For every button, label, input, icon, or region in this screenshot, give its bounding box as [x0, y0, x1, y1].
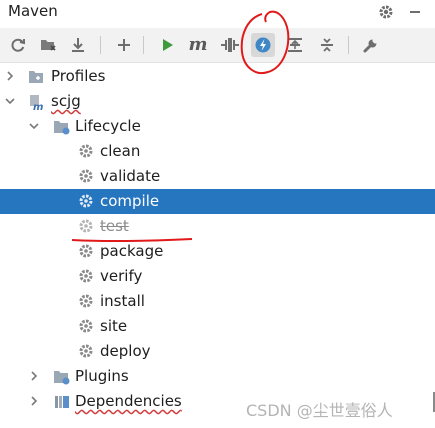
gear-icon: [78, 268, 96, 286]
gear-icon: [78, 293, 96, 311]
plugins-folder-icon: [53, 368, 71, 386]
toggle-offline-icon[interactable]: [218, 33, 242, 57]
tree-node-lifecycle[interactable]: Lifecycle: [0, 114, 435, 139]
goal-label: site: [100, 317, 128, 335]
goal-label: compile: [100, 192, 160, 210]
watermark-text: CSDN @尘世壹俗人: [246, 401, 393, 420]
goal-label: test: [100, 217, 129, 235]
lifecycle-goal-test[interactable]: test: [0, 214, 435, 239]
lifecycle-goal-compile[interactable]: compile: [0, 189, 435, 214]
tree-node-label: Plugins: [75, 367, 129, 385]
generate-sources-icon[interactable]: [36, 33, 60, 57]
tree-node-project[interactable]: m scjg: [0, 89, 435, 114]
maven-project-icon: m: [28, 93, 46, 113]
gear-icon: [78, 318, 96, 336]
lifecycle-goal-site[interactable]: site: [0, 314, 435, 339]
add-icon[interactable]: [112, 33, 136, 57]
maven-toolbar: m: [0, 28, 435, 63]
gear-icon: [78, 343, 96, 361]
maven-goal-icon[interactable]: m: [186, 33, 210, 57]
tree-node-label: Profiles: [51, 67, 106, 85]
lifecycle-goal-package[interactable]: package: [0, 239, 435, 264]
goal-label: deploy: [100, 342, 151, 360]
chevron-down-icon[interactable]: [4, 94, 16, 108]
minimize-icon[interactable]: [405, 2, 425, 22]
lifecycle-goal-verify[interactable]: verify: [0, 264, 435, 289]
profiles-folder-icon: [28, 68, 46, 86]
settings-wrench-icon[interactable]: [359, 33, 383, 57]
dependencies-icon: [53, 393, 71, 411]
gear-icon[interactable]: [376, 2, 396, 22]
goal-label: package: [100, 242, 164, 260]
chevron-right-icon[interactable]: [28, 369, 40, 383]
tool-window-header: Maven: [0, 0, 435, 26]
tree-node-label: scjg: [51, 92, 81, 110]
chevron-right-icon[interactable]: [28, 394, 40, 408]
tree-node-label: Dependencies: [75, 392, 182, 410]
chevron-right-icon[interactable]: [4, 69, 16, 83]
download-icon[interactable]: [66, 33, 90, 57]
gear-icon: [78, 143, 96, 161]
tree-node-profiles[interactable]: Profiles: [0, 64, 435, 89]
svg-text:m: m: [33, 102, 43, 111]
reload-icon[interactable]: [6, 33, 30, 57]
lifecycle-goal-clean[interactable]: clean: [0, 139, 435, 164]
goal-label: clean: [100, 142, 141, 160]
gear-icon: [78, 168, 96, 186]
goal-label: verify: [100, 267, 143, 285]
maven-goal-glyph: m: [188, 34, 208, 55]
goal-label: validate: [100, 167, 161, 185]
tree-node-plugins[interactable]: Plugins: [0, 364, 435, 389]
gear-icon: [78, 193, 96, 211]
goal-label: install: [100, 292, 145, 310]
lifecycle-goal-validate[interactable]: validate: [0, 164, 435, 189]
run-icon[interactable]: [155, 33, 179, 57]
lifecycle-goal-install[interactable]: install: [0, 289, 435, 314]
tool-window-title: Maven: [8, 2, 58, 20]
skip-tests-icon[interactable]: [251, 33, 275, 57]
gear-icon: [78, 218, 96, 236]
tree-node-label: Lifecycle: [75, 117, 141, 135]
show-dependencies-icon[interactable]: [283, 33, 307, 57]
chevron-down-icon[interactable]: [28, 119, 40, 133]
collapse-all-icon[interactable]: [315, 33, 339, 57]
gear-icon: [78, 243, 96, 261]
lifecycle-folder-icon: [53, 118, 71, 136]
lifecycle-goal-deploy[interactable]: deploy: [0, 339, 435, 364]
